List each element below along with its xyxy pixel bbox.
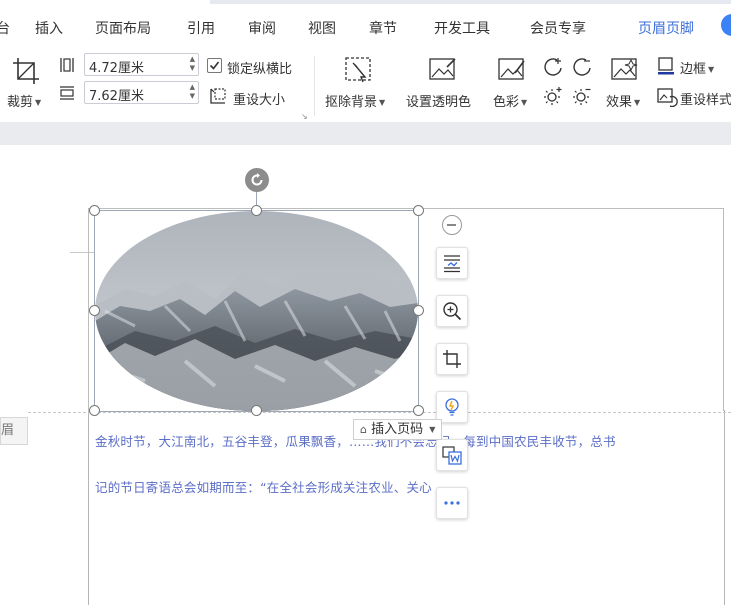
color-button[interactable]: 色彩 ▼ bbox=[493, 91, 527, 110]
selection-frame bbox=[94, 210, 419, 412]
more-dots-icon bbox=[444, 501, 460, 505]
layout-options-button[interactable] bbox=[436, 247, 468, 279]
picture-toolbar: 裁剪 ▼ 4.72厘米 ▲ ▼ 7.62厘米 ▲ ▼ 锁定纵横比 重设大小 ↘ 抠除背… bbox=[0, 50, 731, 122]
collapse-toolbar-icon[interactable] bbox=[442, 215, 462, 235]
lightbulb-icon bbox=[445, 398, 459, 416]
set-transparent-button[interactable]: 设置透明色 bbox=[406, 91, 471, 110]
remove-background-icon[interactable] bbox=[343, 55, 375, 89]
reset-style-icon[interactable] bbox=[656, 87, 678, 111]
menu-item-start-partial[interactable]: 台 bbox=[0, 18, 10, 38]
reset-size-button[interactable]: 重设大小 bbox=[233, 89, 285, 108]
resize-handle-right[interactable] bbox=[413, 305, 424, 316]
resize-handle-bottom-right[interactable] bbox=[413, 405, 424, 416]
decrease-brightness-icon[interactable] bbox=[571, 85, 593, 111]
color-label: 色彩 bbox=[493, 95, 520, 110]
insert-page-number-button[interactable]: ⌂ 插入页码 ▼ bbox=[353, 419, 443, 440]
resize-handle-top[interactable] bbox=[251, 205, 262, 216]
chevron-down-icon: ▼ bbox=[634, 98, 641, 107]
increase-contrast-icon[interactable] bbox=[542, 56, 564, 82]
menu-item-header-footer[interactable]: 页眉页脚 bbox=[638, 18, 694, 38]
reset-style-button[interactable]: 重设样式 bbox=[680, 89, 731, 108]
decrease-contrast-icon[interactable] bbox=[571, 56, 593, 82]
margin-guide bbox=[724, 410, 725, 605]
remove-background-button[interactable]: 抠除背景 ▼ bbox=[325, 91, 385, 110]
body-text-line[interactable]: 记的节日寄语总会如期而至：“在全社会形成关注农业、关心 bbox=[95, 477, 432, 496]
page-number-icon: ⌂ bbox=[360, 423, 367, 436]
remove-background-label: 抠除背景 bbox=[325, 95, 378, 110]
avatar[interactable] bbox=[721, 14, 731, 36]
stepper-arrows-icon[interactable]: ▲ ▼ bbox=[190, 55, 195, 73]
height-value: 7.62厘米 bbox=[89, 89, 144, 104]
chevron-down-icon: ▼ bbox=[521, 98, 528, 107]
resize-handle-left[interactable] bbox=[89, 305, 100, 316]
stepper-arrows-icon[interactable]: ▲ ▼ bbox=[190, 83, 195, 101]
border-button[interactable]: 边框 ▼ bbox=[680, 58, 714, 77]
lock-ratio-label[interactable]: 锁定纵横比 bbox=[227, 58, 292, 77]
header-dashed-line bbox=[28, 412, 731, 413]
crop-icon[interactable] bbox=[11, 56, 41, 90]
toolbar-separator bbox=[314, 56, 315, 116]
width-stepper[interactable]: 4.72厘米 ▲ ▼ bbox=[84, 53, 199, 76]
border-icon[interactable] bbox=[656, 56, 676, 80]
increase-brightness-icon[interactable] bbox=[542, 85, 564, 111]
menu-item-sections[interactable]: 章节 bbox=[369, 18, 397, 38]
dialog-launcher-icon[interactable]: ↘ bbox=[301, 112, 308, 121]
reset-size-icon[interactable] bbox=[208, 86, 228, 110]
menu-item-page-layout[interactable]: 页面布局 bbox=[95, 18, 151, 38]
chevron-down-icon: ▼ bbox=[429, 425, 436, 434]
menu-item-review[interactable]: 审阅 bbox=[248, 18, 276, 38]
margin-guide bbox=[88, 410, 89, 605]
image-to-word-icon bbox=[442, 446, 462, 465]
width-icon bbox=[58, 56, 76, 78]
color-icon[interactable] bbox=[496, 55, 528, 89]
menu-item-references[interactable]: 引用 bbox=[187, 18, 215, 38]
zoom-in-button[interactable] bbox=[436, 295, 468, 327]
rotate-handle-icon[interactable] bbox=[245, 168, 269, 192]
menu-item-member[interactable]: 会员专享 bbox=[530, 18, 586, 38]
resize-handle-top-right[interactable] bbox=[413, 205, 424, 216]
crop-float-button[interactable] bbox=[436, 343, 468, 375]
header-label-tag[interactable]: 眉 bbox=[0, 417, 28, 445]
set-transparent-icon[interactable] bbox=[427, 55, 459, 89]
effects-icon[interactable] bbox=[609, 55, 641, 89]
resize-handle-bottom[interactable] bbox=[251, 405, 262, 416]
menu-item-developer[interactable]: 开发工具 bbox=[434, 18, 490, 38]
lock-ratio-checkbox[interactable] bbox=[207, 58, 222, 73]
resize-handle-top-left[interactable] bbox=[89, 205, 100, 216]
chevron-down-icon: ▼ bbox=[35, 98, 42, 107]
crop-button[interactable]: 裁剪 ▼ bbox=[7, 91, 41, 110]
crop-icon bbox=[443, 350, 461, 368]
height-icon bbox=[58, 84, 76, 106]
menu-item-insert[interactable]: 插入 bbox=[35, 18, 63, 38]
chevron-down-icon: ▼ bbox=[379, 98, 386, 107]
insert-page-number-label: 插入页码 bbox=[371, 422, 424, 437]
menu-bar: 台 插入 页面布局 引用 审阅 视图 章节 开发工具 会员专享 页眉页脚 bbox=[0, 0, 731, 50]
chevron-down-icon: ▼ bbox=[708, 65, 715, 74]
more-tools-button[interactable] bbox=[436, 487, 468, 519]
border-label: 边框 bbox=[680, 62, 707, 77]
picture-to-text-button[interactable] bbox=[436, 439, 468, 471]
effects-button[interactable]: 效果 ▼ bbox=[606, 91, 640, 110]
menu-item-view[interactable]: 视图 bbox=[308, 18, 336, 38]
magnifier-plus-icon bbox=[443, 302, 462, 321]
height-stepper[interactable]: 7.62厘米 ▲ ▼ bbox=[84, 81, 199, 104]
text-wrap-icon bbox=[444, 255, 460, 273]
effects-label: 效果 bbox=[606, 95, 633, 110]
crop-label: 裁剪 bbox=[7, 95, 34, 110]
width-value: 4.72厘米 bbox=[89, 61, 144, 76]
resize-handle-bottom-left[interactable] bbox=[89, 405, 100, 416]
title-strip bbox=[210, 0, 731, 4]
